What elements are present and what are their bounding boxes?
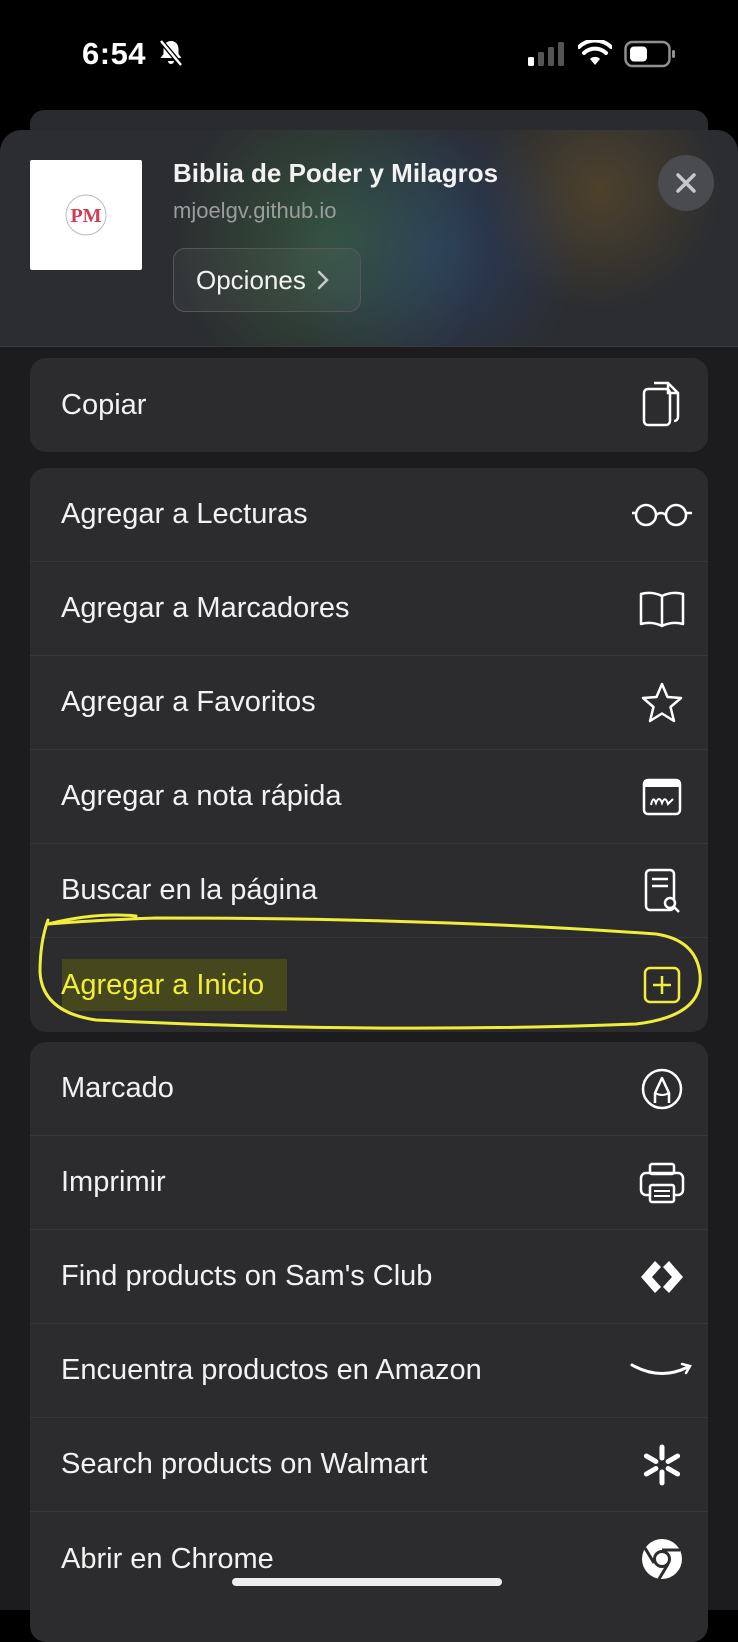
action-amazon[interactable]: Encuentra productos en Amazon xyxy=(30,1324,708,1418)
action-label: Agregar a Marcadores xyxy=(61,592,350,624)
action-group-add: Agregar a Lecturas Agregar a Marcadores … xyxy=(30,468,708,1032)
action-add-to-favorites[interactable]: Agregar a Favoritos xyxy=(30,656,708,750)
site-logo-icon: PM xyxy=(65,194,107,236)
action-sams-club[interactable]: Find products on Sam's Club xyxy=(30,1230,708,1324)
silent-bell-icon xyxy=(159,39,183,67)
action-label: Buscar en la página xyxy=(61,874,318,906)
close-button[interactable] xyxy=(658,155,714,211)
action-group-copy: Copiar xyxy=(30,358,708,452)
add-square-icon xyxy=(634,957,690,1013)
cellular-signal-icon xyxy=(528,42,564,66)
site-thumbnail: PM xyxy=(30,160,142,270)
action-add-to-quick-note[interactable]: Agregar a nota rápida xyxy=(30,750,708,844)
action-find-on-page[interactable]: Buscar en la página xyxy=(30,844,708,938)
share-sheet-header: PM Biblia de Poder y Milagros mjoelgv.gi… xyxy=(0,130,738,347)
home-indicator xyxy=(232,1578,502,1586)
sams-club-icon xyxy=(634,1249,690,1305)
copy-icon xyxy=(634,377,690,433)
action-print[interactable]: Imprimir xyxy=(30,1136,708,1230)
status-bar: 6:54 xyxy=(0,0,738,110)
svg-text:PM: PM xyxy=(70,205,101,227)
action-markup[interactable]: Marcado xyxy=(30,1042,708,1136)
action-group-more: Marcado Imprimir Find products on Sam's … xyxy=(30,1042,708,1642)
action-open-in-chrome[interactable]: Abrir en Chrome xyxy=(30,1512,708,1606)
action-label: Agregar a Favoritos xyxy=(61,686,316,718)
action-label: Imprimir xyxy=(61,1166,166,1198)
status-time: 6:54 xyxy=(82,36,147,71)
find-on-page-icon xyxy=(634,863,690,919)
wifi-icon xyxy=(578,40,612,65)
action-add-to-home-screen[interactable]: Agregar a Inicio xyxy=(30,938,708,1032)
action-label: Marcado xyxy=(61,1072,174,1104)
amazon-smile-icon xyxy=(630,1343,694,1399)
action-label: Abrir en Chrome xyxy=(61,1542,274,1575)
action-label: Encuentra productos en Amazon xyxy=(61,1354,482,1386)
options-button[interactable]: Opciones xyxy=(173,248,361,312)
action-label: Copiar xyxy=(61,388,147,421)
action-add-to-bookmarks[interactable]: Agregar a Marcadores xyxy=(30,562,708,656)
action-label: Find products on Sam's Club xyxy=(61,1260,433,1292)
star-icon xyxy=(634,675,690,731)
action-label: Agregar a Inicio xyxy=(61,968,265,1001)
battery-icon xyxy=(624,40,675,68)
action-label: Agregar a Lecturas xyxy=(61,498,308,530)
glasses-icon xyxy=(630,487,694,543)
book-icon xyxy=(634,581,690,637)
quick-note-icon xyxy=(634,769,690,825)
action-walmart[interactable]: Search products on Walmart xyxy=(30,1418,708,1512)
options-label: Opciones xyxy=(196,264,306,295)
action-label: Search products on Walmart xyxy=(61,1448,428,1480)
printer-icon xyxy=(634,1155,690,1211)
close-icon xyxy=(676,173,696,193)
action-label: Agregar a nota rápida xyxy=(61,780,342,812)
page-title: Biblia de Poder y Milagros xyxy=(173,158,499,188)
markup-icon xyxy=(634,1061,690,1117)
page-domain: mjoelgv.github.io xyxy=(173,198,337,223)
action-add-to-reading-list[interactable]: Agregar a Lecturas xyxy=(30,468,708,562)
action-copy[interactable]: Copiar xyxy=(30,358,708,452)
chevron-right-icon xyxy=(317,270,329,290)
walmart-spark-icon xyxy=(634,1437,690,1493)
chrome-icon xyxy=(634,1531,690,1587)
